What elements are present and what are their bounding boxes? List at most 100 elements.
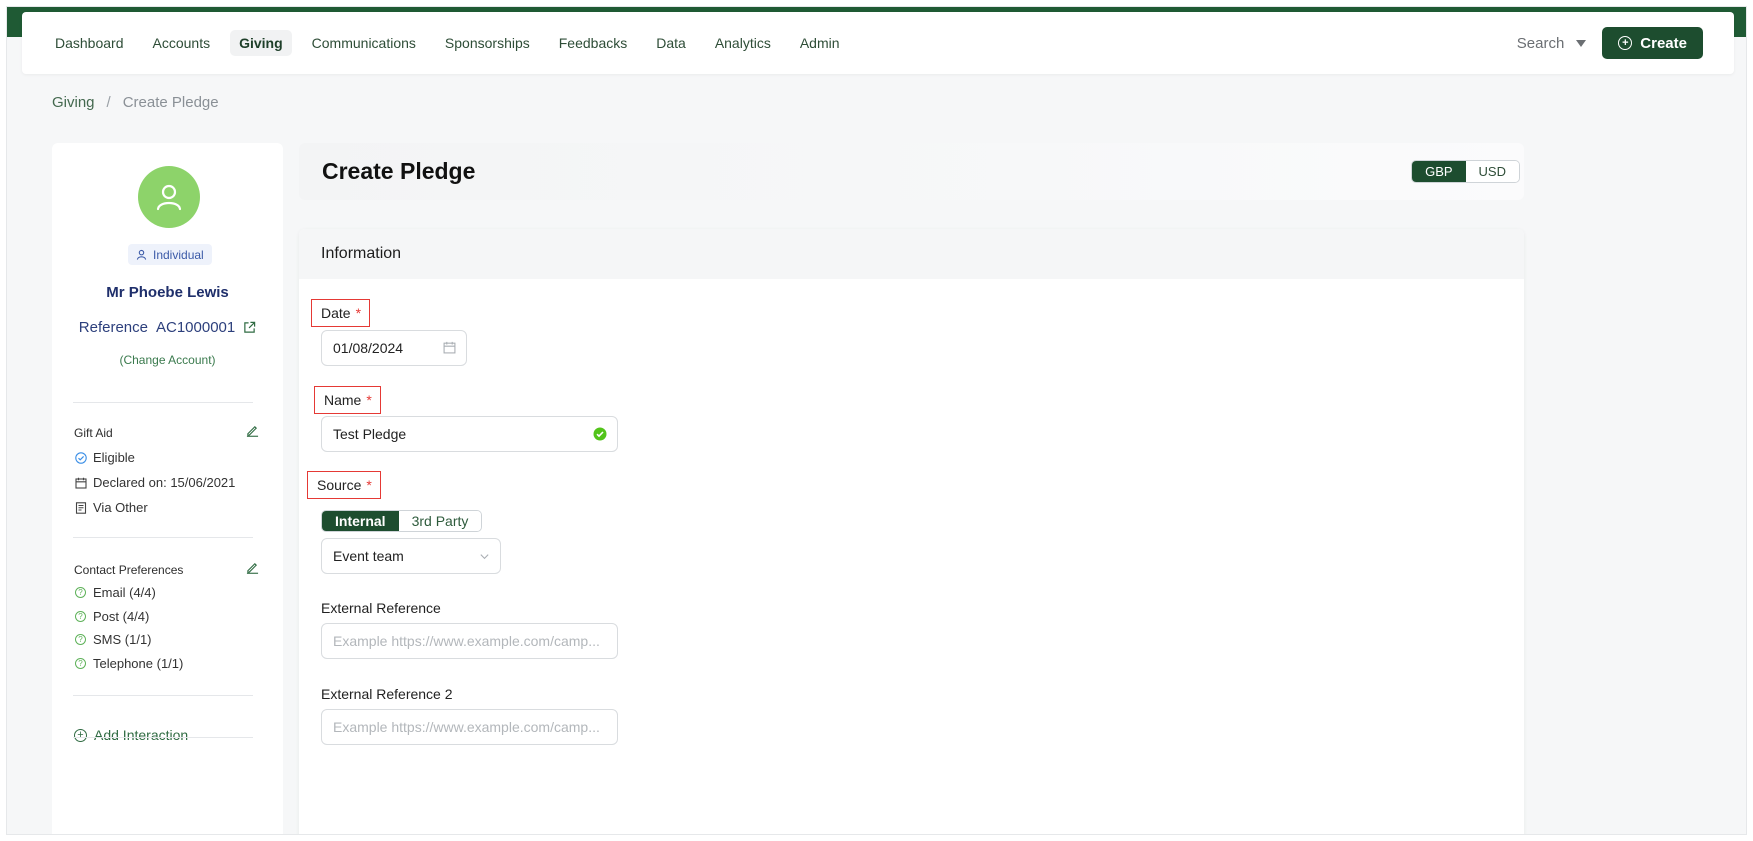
- external-reference-label: External Reference: [321, 600, 441, 616]
- breadcrumb-giving[interactable]: Giving: [52, 94, 95, 111]
- team-select[interactable]: Event team: [321, 538, 501, 574]
- reference-label: Reference: [78, 319, 148, 336]
- required-marker: *: [355, 305, 362, 321]
- chevron-down-icon: [1576, 39, 1587, 47]
- gift-aid-via: Via Other: [74, 500, 148, 515]
- nav-data[interactable]: Data: [647, 30, 695, 56]
- question-circle-icon: ?: [74, 657, 87, 670]
- account-type-label: Individual: [153, 247, 204, 262]
- source-label: Source *: [307, 471, 381, 499]
- edit-contact-preferences-icon[interactable]: [246, 561, 259, 579]
- nav-communications[interactable]: Communications: [303, 30, 425, 56]
- nav-dashboard[interactable]: Dashboard: [46, 30, 133, 56]
- plus-circle-icon: +: [1618, 36, 1633, 50]
- chevron-down-icon: [479, 551, 490, 562]
- divider: [73, 537, 253, 538]
- contact-pref-email: ? Email (4/4): [74, 585, 156, 600]
- currency-usd-button[interactable]: USD: [1465, 161, 1519, 182]
- breadcrumb: Giving / Create Pledge: [52, 94, 219, 111]
- external-link-icon[interactable]: [243, 321, 256, 334]
- add-interaction-label: Add Interaction: [94, 727, 189, 743]
- account-name: Mr Phoebe Lewis: [106, 284, 229, 301]
- create-button-label: Create: [1640, 34, 1687, 52]
- person-icon: [136, 249, 147, 260]
- date-label: Date *: [311, 299, 371, 327]
- nav-analytics[interactable]: Analytics: [706, 30, 780, 56]
- contact-pref-label: Telephone (1/1): [93, 656, 184, 671]
- contact-pref-label: Post (4/4): [93, 609, 150, 624]
- divider: [73, 695, 253, 696]
- source-toggle: Internal 3rd Party: [321, 510, 483, 532]
- account-reference: Reference AC1000001: [52, 319, 283, 336]
- top-navbar: Dashboard Accounts Giving Communications…: [22, 12, 1734, 74]
- account-type-badge: Individual: [128, 244, 212, 265]
- team-select-value: Event team: [333, 548, 404, 564]
- search-dropdown[interactable]: Search: [1517, 35, 1587, 52]
- source-internal-button[interactable]: Internal: [322, 511, 399, 531]
- gift-aid-declared: Declared on: 15/06/2021: [74, 475, 235, 490]
- name-value: Test Pledge: [333, 426, 407, 442]
- name-label-text: Name: [324, 392, 362, 408]
- account-sidebar: Individual Mr Phoebe Lewis Reference AC1…: [52, 143, 283, 834]
- required-marker: *: [366, 477, 372, 493]
- search-label: Search: [1516, 34, 1565, 52]
- contact-pref-telephone: ? Telephone (1/1): [74, 656, 183, 671]
- external-reference-2-label: External Reference 2: [321, 686, 453, 702]
- nav-right-group: Search + Create: [1517, 27, 1734, 59]
- plus-circle-icon: +: [74, 728, 87, 742]
- app-frame: Dashboard Accounts Giving Communications…: [6, 6, 1747, 835]
- check-circle-icon: [74, 451, 87, 464]
- reference-value: AC1000001: [155, 319, 236, 336]
- question-circle-icon: ?: [74, 610, 87, 623]
- nav-sponsorships[interactable]: Sponsorships: [436, 30, 539, 56]
- information-form: Information Date * 01/08/2024 Name * Tes…: [299, 229, 1524, 834]
- form-section-title: Information: [299, 229, 1524, 279]
- avatar: [138, 166, 200, 228]
- question-circle-icon: ?: [74, 586, 87, 599]
- gift-aid-status: Eligible: [74, 450, 135, 465]
- required-marker: *: [366, 392, 372, 408]
- question-circle-icon: ?: [74, 633, 87, 646]
- nav-feedbacks[interactable]: Feedbacks: [550, 30, 636, 56]
- edit-gift-aid-icon[interactable]: [246, 424, 259, 442]
- user-icon: [156, 184, 182, 211]
- document-icon: [74, 501, 87, 514]
- contact-pref-label: SMS (1/1): [93, 632, 152, 647]
- valid-check-icon: [593, 427, 607, 441]
- page-title: Create Pledge: [322, 158, 476, 184]
- divider: [73, 737, 253, 738]
- date-label-text: Date: [321, 305, 351, 321]
- calendar-icon[interactable]: [443, 341, 456, 354]
- name-input[interactable]: Test Pledge: [321, 416, 618, 452]
- external-reference-input[interactable]: Example https://www.example.com/camp...: [321, 623, 618, 659]
- date-value: 01/08/2024: [333, 340, 404, 356]
- contact-pref-sms: ? SMS (1/1): [74, 632, 152, 647]
- nav-giving[interactable]: Giving: [230, 30, 292, 56]
- external-reference-placeholder: Example https://www.example.com/camp...: [333, 633, 600, 649]
- add-interaction-button[interactable]: + Add Interaction: [74, 727, 188, 743]
- date-input[interactable]: 01/08/2024: [321, 330, 467, 366]
- external-reference-2-input[interactable]: Example https://www.example.com/camp...: [321, 709, 618, 745]
- currency-gbp-button[interactable]: GBP: [1412, 161, 1466, 182]
- gift-aid-via-label: Via Other: [93, 500, 148, 515]
- nav-admin[interactable]: Admin: [791, 30, 849, 56]
- change-account-link[interactable]: (Change Account): [52, 353, 283, 367]
- external-reference-2-placeholder: Example https://www.example.com/camp...: [333, 719, 600, 735]
- page-header: Create Pledge GBP USD: [299, 143, 1524, 200]
- gift-aid-status-label: Eligible: [93, 450, 135, 465]
- breadcrumb-current: Create Pledge: [122, 94, 219, 111]
- nav-accounts[interactable]: Accounts: [144, 30, 220, 56]
- calendar-icon: [74, 476, 87, 489]
- gift-aid-declared-label: Declared on: 15/06/2021: [93, 475, 236, 490]
- source-3rd-party-button[interactable]: 3rd Party: [398, 511, 482, 531]
- breadcrumb-separator: /: [106, 94, 111, 111]
- currency-toggle: GBP USD: [1411, 160, 1520, 183]
- name-label: Name *: [314, 386, 381, 414]
- divider: [73, 402, 253, 403]
- gift-aid-title: Gift Aid: [74, 426, 113, 440]
- source-label-text: Source: [317, 477, 362, 493]
- contact-pref-post: ? Post (4/4): [74, 609, 149, 624]
- contact-preferences-title: Contact Preferences: [74, 563, 184, 577]
- create-button[interactable]: + Create: [1602, 27, 1703, 59]
- contact-pref-label: Email (4/4): [93, 585, 156, 600]
